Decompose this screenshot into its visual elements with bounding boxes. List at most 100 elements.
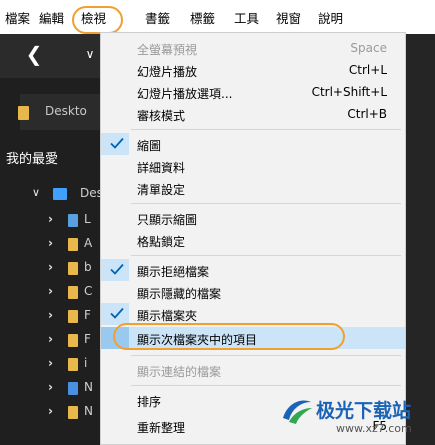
menu-item-shortcut: Ctrl+Shift+L bbox=[311, 85, 387, 99]
menu-item-details[interactable]: 詳細資料 bbox=[101, 155, 405, 177]
menu-window[interactable]: 視窗 bbox=[276, 10, 301, 28]
tree-row-label: C bbox=[84, 284, 93, 298]
menu-item-label: 審核模式 bbox=[137, 109, 186, 123]
menu-item-show-linked-files[interactable]: 顯示連結的檔案 bbox=[101, 359, 405, 381]
menu-item-show-rejected[interactable]: 顯示拒絕檔案 bbox=[101, 259, 405, 281]
menu-separator bbox=[131, 355, 401, 356]
tree-row[interactable]: › N bbox=[0, 376, 110, 400]
network-icon bbox=[68, 382, 78, 395]
tree-row[interactable]: › N bbox=[0, 400, 110, 424]
menu-item-label: 排序 bbox=[137, 395, 162, 409]
checkmark-icon bbox=[110, 307, 124, 319]
menu-tags[interactable]: 標籤 bbox=[190, 10, 215, 28]
folder-icon bbox=[68, 358, 78, 371]
menu-item-label: 顯示檔案夾 bbox=[137, 309, 198, 323]
menu-item-show-hidden[interactable]: 顯示隱藏的檔案 bbox=[101, 281, 405, 303]
menu-item-list-settings[interactable]: 清單設定 bbox=[101, 177, 405, 199]
annotation-ring-view-menu bbox=[72, 6, 123, 34]
tree-row-label: L bbox=[84, 212, 91, 226]
tree-row[interactable]: › C bbox=[0, 280, 110, 304]
menu-file[interactable]: 檔案 bbox=[5, 10, 30, 28]
folder-icon bbox=[68, 334, 78, 347]
folder-icon bbox=[68, 286, 78, 299]
chevron-right-icon[interactable]: › bbox=[48, 212, 53, 226]
menu-item-slideshow[interactable]: 幻燈片播放 Ctrl+L bbox=[101, 59, 405, 81]
chevron-right-icon[interactable]: › bbox=[48, 308, 53, 322]
folder-icon bbox=[68, 214, 78, 227]
annotation-ring-subfolder-item bbox=[113, 323, 345, 350]
tree-row-label: N bbox=[84, 380, 93, 394]
tree-row-label: i bbox=[84, 356, 88, 370]
tree-row-label: b bbox=[84, 260, 92, 274]
tree-row-label: F bbox=[84, 308, 91, 322]
chevron-right-icon[interactable]: › bbox=[48, 404, 53, 418]
folder-icon bbox=[68, 406, 78, 419]
watermark-url: www.xz7.com bbox=[336, 422, 412, 435]
tree-row[interactable]: › A bbox=[0, 232, 110, 256]
menu-separator bbox=[131, 129, 401, 130]
favorites-title: 我的最愛 bbox=[6, 152, 59, 167]
menu-help[interactable]: 說明 bbox=[318, 10, 343, 28]
folder-tree: ∨ Des › L › A › b › C › F › F › i › N › … bbox=[0, 174, 110, 445]
chevron-right-icon[interactable]: › bbox=[48, 356, 53, 370]
chevron-right-icon[interactable]: › bbox=[48, 236, 53, 250]
watermark: 极光下载站 www.xz7.com bbox=[280, 392, 430, 442]
menu-item-label: 幻燈片播放 bbox=[137, 65, 198, 79]
folder-icon bbox=[68, 238, 78, 251]
menu-item-slideshow-options[interactable]: 幻燈片播放選項... Ctrl+Shift+L bbox=[101, 81, 405, 103]
view-dropdown-menu: 全螢幕預視 Space 幻燈片播放 Ctrl+L 幻燈片播放選項... Ctrl… bbox=[100, 32, 406, 445]
menu-item-show-folders[interactable]: 顯示檔案夾 bbox=[101, 303, 405, 325]
chevron-right-icon[interactable]: › bbox=[48, 332, 53, 346]
menu-tools[interactable]: 工具 bbox=[234, 10, 259, 28]
menu-item-thumbnails[interactable]: 縮圖 bbox=[101, 133, 405, 155]
menu-item-fullscreen-preview[interactable]: 全螢幕預視 Space bbox=[101, 37, 405, 59]
menu-item-grid-lock[interactable]: 格點鎖定 bbox=[101, 229, 405, 251]
menu-item-shortcut: Space bbox=[350, 41, 387, 55]
tree-row[interactable]: › b bbox=[0, 256, 110, 280]
menu-item-label: 顯示隱藏的檔案 bbox=[137, 287, 222, 301]
menu-item-shortcut: Ctrl+B bbox=[347, 107, 387, 121]
content-pane-edge bbox=[406, 34, 435, 445]
chevron-right-icon[interactable]: › bbox=[48, 260, 53, 274]
menu-item-label: 縮圖 bbox=[137, 139, 162, 153]
chevron-right-icon[interactable]: › bbox=[48, 380, 53, 394]
menu-item-label: 顯示連結的檔案 bbox=[137, 365, 222, 379]
menu-item-shortcut: Ctrl+L bbox=[348, 63, 387, 77]
menu-item-label: 格點鎖定 bbox=[137, 235, 186, 249]
tree-row[interactable]: › i bbox=[0, 352, 110, 376]
menu-bookmarks[interactable]: 書籤 bbox=[145, 10, 170, 28]
checkmark-icon bbox=[110, 137, 124, 149]
menu-item-label: 顯示拒絕檔案 bbox=[137, 265, 210, 279]
tree-row[interactable]: › L bbox=[0, 208, 110, 232]
menu-edit[interactable]: 編輯 bbox=[39, 10, 64, 28]
tree-row[interactable]: › F bbox=[0, 328, 110, 352]
desktop-icon bbox=[53, 188, 67, 200]
checkmark-icon bbox=[110, 263, 124, 275]
menu-item-label: 重新整理 bbox=[137, 421, 186, 435]
menu-item-label: 詳細資料 bbox=[137, 161, 186, 175]
folder-icon bbox=[68, 310, 78, 323]
folder-icon bbox=[68, 262, 78, 275]
tree-row-label: F bbox=[84, 332, 91, 346]
watermark-logo-icon bbox=[283, 400, 312, 424]
menu-item-thumbnails-only[interactable]: 只顯示縮圖 bbox=[101, 207, 405, 229]
menu-bar: 檔案 編輯 檢視 書籤 標籤 工具 視窗 說明 bbox=[0, 0, 435, 34]
menu-item-review-mode[interactable]: 審核模式 Ctrl+B bbox=[101, 103, 405, 125]
menu-item-label: 全螢幕預視 bbox=[137, 43, 198, 57]
tree-row-label: N bbox=[84, 404, 93, 418]
address-text: Deskto bbox=[45, 104, 87, 118]
menu-separator bbox=[131, 255, 401, 256]
chevron-right-icon[interactable]: › bbox=[48, 284, 53, 298]
tree-root[interactable]: ∨ Des bbox=[0, 182, 110, 206]
tree-row-label: A bbox=[84, 236, 93, 250]
watermark-brand: 极光下载站 bbox=[316, 400, 412, 422]
menu-item-label: 清單設定 bbox=[137, 183, 186, 197]
back-chevron-icon[interactable]: ❮ bbox=[22, 42, 46, 66]
menu-item-label: 只顯示縮圖 bbox=[137, 213, 198, 227]
folder-icon bbox=[18, 106, 29, 120]
chevron-down-icon[interactable]: ∨ bbox=[80, 42, 100, 66]
menu-separator bbox=[131, 385, 401, 386]
nav-toolbar: ❮ ∨ bbox=[0, 34, 110, 78]
chevron-down-icon[interactable]: ∨ bbox=[32, 186, 40, 199]
tree-row[interactable]: › F bbox=[0, 304, 110, 328]
